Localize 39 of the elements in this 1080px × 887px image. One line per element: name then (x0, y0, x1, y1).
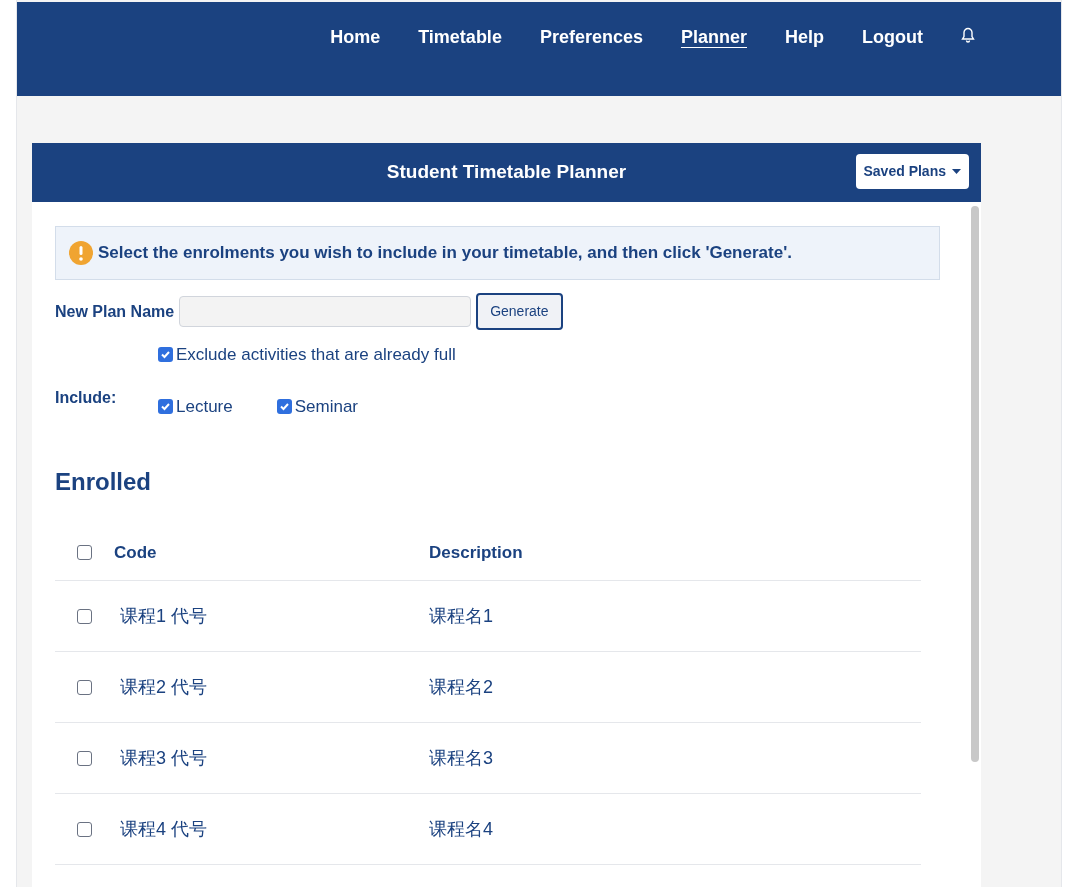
column-header: Description (429, 541, 523, 564)
checkbox[interactable] (77, 608, 92, 624)
table-cell-text: 课程名4 (429, 817, 493, 841)
nav-link[interactable]: Timetable (418, 24, 502, 51)
plan-name-field[interactable] (179, 296, 472, 327)
bell-icon[interactable] (961, 27, 975, 43)
plan-name-label: New Plan Name (55, 301, 175, 322)
table-cell-text: 课程3 代号 (119, 746, 208, 770)
column-header: Code (114, 541, 158, 564)
table-cell-text: 课程名3 (429, 746, 493, 770)
checkbox[interactable] (158, 347, 173, 363)
exclude-full-label: Exclude activities that are already full (176, 344, 456, 366)
include-label: Include: (55, 387, 118, 408)
generate-button[interactable]: Generate (476, 293, 563, 330)
checkbox[interactable] (77, 545, 92, 560)
table-cell-text: 课程1 代号 (119, 604, 208, 628)
checkbox[interactable] (158, 398, 173, 414)
checkbox[interactable] (276, 398, 292, 414)
nav-link[interactable]: Help (785, 24, 824, 51)
checkbox[interactable] (77, 679, 92, 695)
card-title: Student Timetable Planner (386, 160, 627, 185)
checkmark-icon (160, 349, 171, 361)
nav-link[interactable]: Home (330, 24, 381, 51)
option-label: Seminar (294, 395, 358, 418)
exclamation-icon (68, 240, 94, 266)
option-label: Lecture (176, 395, 233, 418)
table-cell-text: 课程2 代号 (119, 675, 208, 699)
alert-message: Select the enrolments you wish to include in your timetable, and then click 'Generate'. (98, 242, 792, 265)
nav-link[interactable]: Planner (680, 24, 747, 51)
checkbox[interactable] (77, 821, 92, 837)
table-cell-text: 课程名2 (429, 675, 493, 699)
saved-plans-dropdown[interactable]: Saved Plans (855, 154, 969, 189)
section-heading: Enrolled (55, 467, 152, 497)
caret-icon (952, 169, 961, 174)
nav-link[interactable]: Preferences (539, 24, 643, 51)
checkbox[interactable] (77, 750, 92, 766)
table-cell-text: 课程名1 (429, 604, 493, 628)
table-cell-text: 课程4 代号 (119, 817, 208, 841)
nav-link[interactable]: Logout (862, 24, 923, 51)
